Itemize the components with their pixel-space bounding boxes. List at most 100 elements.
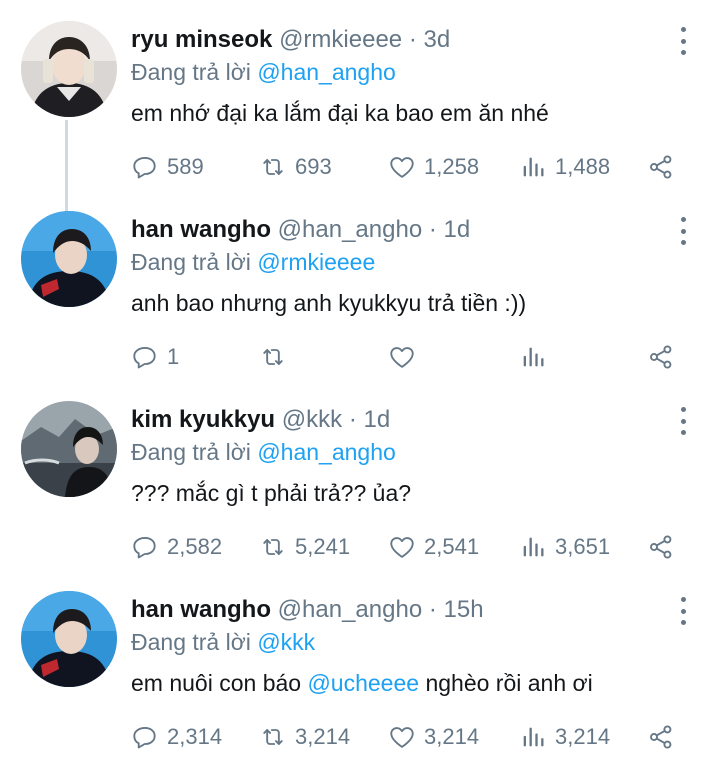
view-count: 1,488 xyxy=(555,154,611,179)
reply-to-mention[interactable]: @han_angho xyxy=(257,59,395,85)
tweet-reply[interactable]: han wangho @han_angho · 15h Đang trả lời… xyxy=(0,570,720,760)
tweet-text: ??? mắc gì t phải trả?? ủa? xyxy=(131,477,411,509)
avatar[interactable] xyxy=(21,591,117,687)
share-button[interactable] xyxy=(647,532,675,562)
reply-button[interactable]: 2,582 xyxy=(131,532,222,562)
share-icon xyxy=(647,343,675,371)
like-button[interactable]: 3,214 xyxy=(388,722,479,752)
share-button[interactable] xyxy=(647,342,675,372)
more-vertical-icon[interactable] xyxy=(676,597,690,625)
tweet-text-part: anh bao nhưng anh kyukkyu trả tiền :)) xyxy=(131,290,527,316)
replying-to-label: Đang trả lời xyxy=(131,629,251,655)
retweet-icon xyxy=(259,153,287,181)
view-count: 3,651 xyxy=(555,534,611,559)
retweet-icon xyxy=(259,533,287,561)
timestamp[interactable]: 15h xyxy=(444,596,484,623)
views-icon xyxy=(519,343,547,371)
views-button[interactable]: 3,651 xyxy=(519,532,610,562)
more-vertical-icon[interactable] xyxy=(676,217,690,245)
share-button[interactable] xyxy=(647,152,675,182)
handle[interactable]: @han_angho xyxy=(278,216,423,243)
like-count: 2,541 xyxy=(424,534,480,559)
display-name[interactable]: ryu minseok xyxy=(131,26,272,53)
like-count: 3,214 xyxy=(424,724,480,749)
reply-icon xyxy=(131,153,159,181)
timestamp[interactable]: 1d xyxy=(363,406,390,433)
retweet-count: 3,214 xyxy=(295,724,351,749)
share-icon xyxy=(647,153,675,181)
retweet-count: 5,241 xyxy=(295,534,351,559)
retweet-button[interactable]: 693 xyxy=(259,152,332,182)
share-icon xyxy=(647,533,675,561)
heart-icon xyxy=(388,343,416,371)
timestamp[interactable]: 1d xyxy=(444,216,471,243)
tweet-text: em nhớ đại ka lắm đại ka bao em ăn nhé xyxy=(131,97,549,129)
tweet-text-part: em nuôi con báo xyxy=(131,670,308,696)
retweet-button[interactable]: 3,214 xyxy=(259,722,350,752)
tweet-text-part: ??? mắc gì t phải trả?? ủa? xyxy=(131,480,412,506)
tweet-header: kim kyukkyu @kkk · 1d xyxy=(131,405,390,435)
tweet-header: han wangho @han_angho · 15h xyxy=(131,595,484,625)
like-count: 1,258 xyxy=(424,154,480,179)
heart-icon xyxy=(388,153,416,181)
tweet-reply[interactable]: ryu minseok @rmkieeee · 3d Đang trả lời … xyxy=(0,0,720,190)
display-name[interactable]: han wangho xyxy=(131,596,271,623)
display-name[interactable]: han wangho xyxy=(131,216,271,243)
reply-icon xyxy=(131,723,159,751)
share-button[interactable] xyxy=(647,722,675,752)
tweet-actions: 589 693 1,258 1,488 xyxy=(131,152,679,182)
more-vertical-icon[interactable] xyxy=(676,407,690,435)
views-button[interactable]: 1,488 xyxy=(519,152,610,182)
tweet-header: han wangho @han_angho · 1d xyxy=(131,215,470,245)
replying-to: Đang trả lời @han_angho xyxy=(131,57,396,87)
avatar[interactable] xyxy=(21,211,117,307)
replying-to-label: Đang trả lời xyxy=(131,249,251,275)
reply-to-mention[interactable]: @kkk xyxy=(257,629,315,655)
reply-count: 2,582 xyxy=(167,534,223,559)
reply-icon xyxy=(131,533,159,561)
retweet-icon xyxy=(259,343,287,371)
replying-to-label: Đang trả lời xyxy=(131,59,251,85)
handle[interactable]: @kkk xyxy=(282,406,342,433)
inline-mention[interactable]: @ucheeee xyxy=(307,670,419,696)
separator-dot: · xyxy=(428,216,437,243)
view-count: 3,214 xyxy=(555,724,611,749)
like-button[interactable] xyxy=(388,342,424,372)
tweet-actions: 1 xyxy=(131,342,679,372)
tweet-reply[interactable]: kim kyukkyu @kkk · 1d Đang trả lời @han_… xyxy=(0,380,720,570)
handle[interactable]: @rmkieeee xyxy=(279,26,402,53)
like-button[interactable]: 2,541 xyxy=(388,532,479,562)
separator-dot: · xyxy=(428,596,437,623)
reply-button[interactable]: 1 xyxy=(131,342,179,372)
reply-count: 1 xyxy=(167,344,180,369)
reply-button[interactable]: 2,314 xyxy=(131,722,222,752)
more-vertical-icon[interactable] xyxy=(676,27,690,55)
handle[interactable]: @han_angho xyxy=(278,596,423,623)
retweet-button[interactable]: 5,241 xyxy=(259,532,350,562)
avatar[interactable] xyxy=(21,21,117,117)
heart-icon xyxy=(388,533,416,561)
replying-to: Đang trả lời @rmkieeee xyxy=(131,247,375,277)
reply-to-mention[interactable]: @rmkieeee xyxy=(257,249,375,275)
separator-dot: · xyxy=(408,26,417,53)
tweet-actions: 2,582 5,241 2,541 3,651 xyxy=(131,532,679,562)
tweet-header: ryu minseok @rmkieeee · 3d xyxy=(131,25,450,55)
views-icon xyxy=(519,153,547,181)
retweet-icon xyxy=(259,723,287,751)
views-icon xyxy=(519,533,547,561)
like-button[interactable]: 1,258 xyxy=(388,152,479,182)
avatar[interactable] xyxy=(21,401,117,497)
views-button[interactable] xyxy=(519,342,555,372)
replying-to: Đang trả lời @han_angho xyxy=(131,437,396,467)
share-icon xyxy=(647,723,675,751)
display-name[interactable]: kim kyukkyu xyxy=(131,406,275,433)
reply-to-mention[interactable]: @han_angho xyxy=(257,439,395,465)
separator-dot: · xyxy=(348,406,357,433)
views-button[interactable]: 3,214 xyxy=(519,722,610,752)
reply-button[interactable]: 589 xyxy=(131,152,204,182)
tweet-reply[interactable]: han wangho @han_angho · 1d Đang trả lời … xyxy=(0,190,720,380)
timestamp[interactable]: 3d xyxy=(423,26,450,53)
retweet-button[interactable] xyxy=(259,342,295,372)
replying-to: Đang trả lời @kkk xyxy=(131,627,315,657)
tweet-text-part: nghèo rồi anh ơi xyxy=(419,670,593,696)
